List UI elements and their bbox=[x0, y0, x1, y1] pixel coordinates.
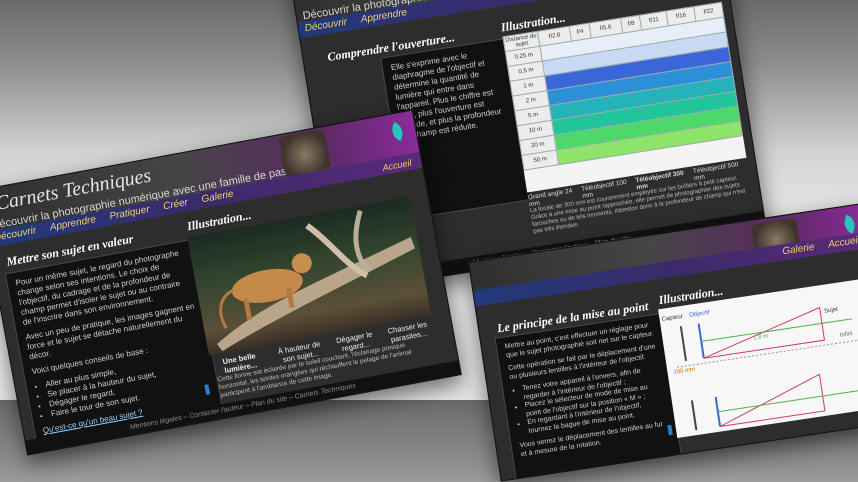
nav-item-creer[interactable]: Créer bbox=[162, 195, 190, 215]
nav-item-accueil[interactable]: Accueil bbox=[827, 233, 858, 254]
sensor-line bbox=[690, 400, 698, 431]
light-cone bbox=[719, 373, 826, 428]
content-text: Mettre au point, c'est effectuer un régl… bbox=[494, 313, 682, 481]
aperture-table-wrap: Distance du sujet f/2.8 f/4 f/5.6 f/8 f/… bbox=[502, 1, 747, 193]
leaf-logo-icon bbox=[841, 214, 858, 234]
leaf-logo-icon bbox=[389, 122, 406, 142]
sensor-line bbox=[679, 326, 687, 362]
focus-line bbox=[701, 318, 852, 342]
nav-item-galerie[interactable]: Galerie bbox=[781, 240, 816, 261]
focus-line bbox=[717, 389, 858, 413]
screenshot-card-sujet: Carnets Techniques Découvrir la photogra… bbox=[0, 109, 462, 456]
